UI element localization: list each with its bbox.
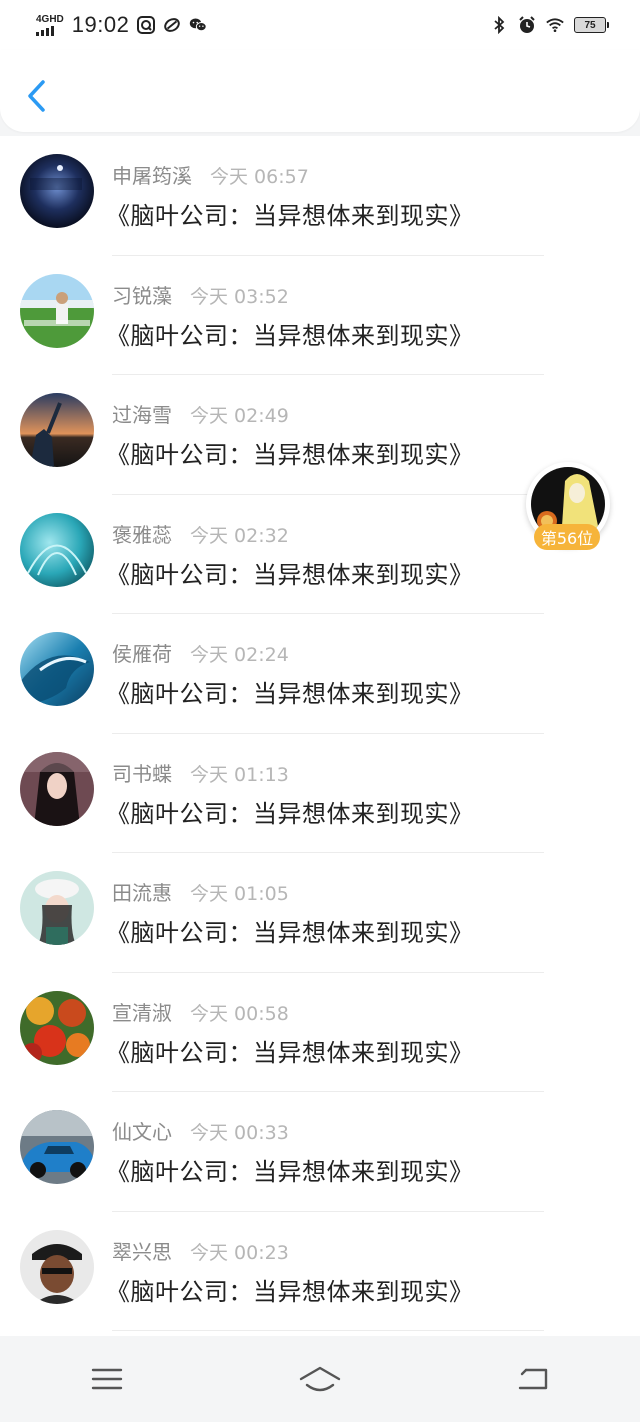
book-title[interactable]: 《脑叶公司：当异想体来到现实》 <box>106 1033 474 1068</box>
book-title[interactable]: 《脑叶公司：当异想体来到现实》 <box>106 794 474 829</box>
user-name[interactable]: 宣清淑 <box>112 997 172 1026</box>
list-item[interactable]: 习锐藻 今天 03:52 《脑叶公司：当异想体来到现实》 <box>0 256 640 375</box>
user-name[interactable]: 过海雪 <box>112 399 172 428</box>
avatar[interactable] <box>20 871 94 945</box>
post-time: 今天 02:32 <box>190 524 289 547</box>
avatar[interactable] <box>20 990 94 1065</box>
menu-button[interactable] <box>77 1359 137 1399</box>
chevron-left-icon <box>28 80 45 112</box>
avatar[interactable] <box>20 632 94 706</box>
user-name[interactable]: 仙文心 <box>112 1116 172 1145</box>
user-name[interactable]: 司书蝶 <box>112 758 172 787</box>
avatar[interactable] <box>20 751 94 826</box>
alarm-icon <box>518 16 536 34</box>
home-icon <box>299 1366 341 1392</box>
list-item[interactable]: 侯雁荷 今天 02:24 《脑叶公司：当异想体来到现实》 <box>0 614 640 734</box>
book-title[interactable]: 《脑叶公司：当异想体来到现实》 <box>106 1272 474 1307</box>
user-name[interactable]: 侯雁荷 <box>112 638 172 667</box>
book-title[interactable]: 《脑叶公司：当异想体来到现实》 <box>106 913 474 948</box>
bluetooth-icon <box>490 16 508 34</box>
post-time: 今天 01:05 <box>190 883 289 905</box>
avatar[interactable] <box>20 273 94 348</box>
wifi-icon <box>546 16 564 34</box>
avatar[interactable] <box>20 1110 94 1184</box>
post-time: 今天 06:57 <box>210 166 309 188</box>
user-name[interactable]: 习锐藻 <box>112 280 172 309</box>
wechat-icon <box>189 16 208 34</box>
list-item[interactable]: 司书蝶 今天 01:13 《脑叶公司：当异想体来到现实》 <box>0 734 640 853</box>
reader-list: 申屠筠溪 今天 06:57 《脑叶公司：当异想体来到现实》 习锐藻 今天 03:… <box>0 136 640 1336</box>
avatar[interactable] <box>20 154 94 228</box>
list-item[interactable]: 仙文心 今天 00:33 《脑叶公司：当异想体来到现实》 <box>0 1092 640 1212</box>
post-time: 今天 00:23 <box>190 1241 289 1264</box>
home-button[interactable] <box>290 1359 350 1399</box>
status-time: 19:02 <box>71 12 130 37</box>
back-button[interactable] <box>22 78 50 114</box>
avatar[interactable] <box>20 512 94 587</box>
user-name[interactable]: 申屠筠溪 <box>112 160 192 189</box>
book-title[interactable]: 《脑叶公司：当异想体来到现实》 <box>106 196 474 231</box>
status-bar: 4GHD 19:02 75 <box>0 0 640 50</box>
avatar[interactable] <box>20 393 94 467</box>
back-nav-button[interactable] <box>503 1359 563 1399</box>
post-time: 今天 00:33 <box>190 1122 289 1144</box>
list-item[interactable]: 宣清淑 今天 00:58 《脑叶公司：当异想体来到现实》 <box>0 973 640 1092</box>
signal-icon: 4GHD <box>36 13 64 36</box>
book-title[interactable]: 《脑叶公司：当异想体来到现实》 <box>106 1152 474 1187</box>
user-name[interactable]: 褒雅蕊 <box>112 519 172 548</box>
battery-icon: 75 <box>574 17 609 33</box>
list-item[interactable]: 田流惠 今天 01:05 《脑叶公司：当异想体来到现实》 <box>0 853 640 973</box>
rank-badge[interactable]: 第56位 <box>534 524 600 550</box>
post-time: 今天 01:13 <box>190 763 289 786</box>
post-time: 今天 02:49 <box>190 405 289 427</box>
post-time: 今天 00:58 <box>190 1002 289 1025</box>
app-notification-icon <box>137 16 156 34</box>
top-header <box>0 50 640 132</box>
sync-icon <box>163 16 181 34</box>
user-name[interactable]: 翠兴思 <box>112 1236 172 1265</box>
network-type: 4GHD <box>36 13 64 25</box>
system-nav-bar <box>0 1336 640 1422</box>
post-time: 今天 02:24 <box>190 644 289 666</box>
user-name[interactable]: 田流惠 <box>112 877 172 906</box>
list-item[interactable]: 申屠筠溪 今天 06:57 《脑叶公司：当异想体来到现实》 <box>0 136 640 256</box>
avatar[interactable] <box>20 1229 94 1304</box>
book-title[interactable]: 《脑叶公司：当异想体来到现实》 <box>106 674 474 709</box>
book-title[interactable]: 《脑叶公司：当异想体来到现实》 <box>106 555 474 590</box>
battery-level: 75 <box>584 19 596 31</box>
book-title[interactable]: 《脑叶公司：当异想体来到现实》 <box>106 435 474 470</box>
menu-icon <box>91 1368 122 1390</box>
post-time: 今天 03:52 <box>190 285 289 308</box>
divider <box>112 1330 544 1331</box>
list-item[interactable]: 翠兴思 今天 00:23 《脑叶公司：当异想体来到现实》 <box>0 1212 640 1331</box>
book-title[interactable]: 《脑叶公司：当异想体来到现实》 <box>106 316 474 351</box>
back-icon <box>519 1368 548 1390</box>
